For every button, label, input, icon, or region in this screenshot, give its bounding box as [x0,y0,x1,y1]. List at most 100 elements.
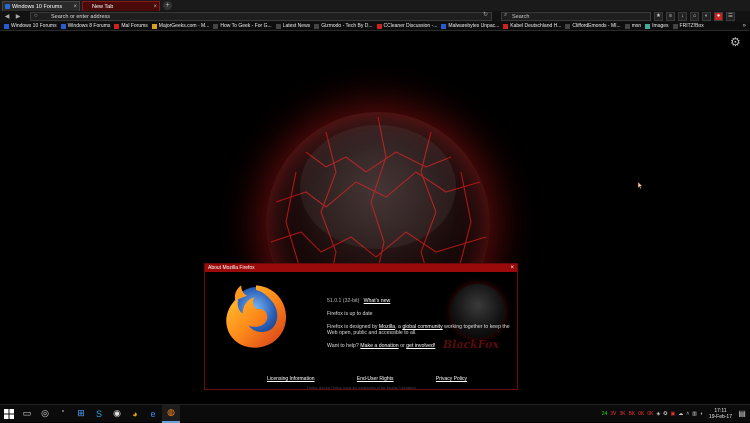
windows-forums-favicon-icon [60,23,66,29]
tray-item[interactable]: 0K [638,411,644,417]
new-tab-button[interactable]: + [163,1,172,10]
volume-icon[interactable]: ◖ [700,411,703,417]
windows-forums-favicon-icon [5,3,10,9]
action-center-icon[interactable]: ▤ [736,409,748,418]
close-icon[interactable]: × [510,264,514,272]
bookmarks-menu-icon[interactable]: ≡ [666,12,675,21]
reload-icon[interactable]: ↻ [483,12,488,19]
site-favicon-icon [151,23,157,29]
cloud-icon[interactable]: ☁ [678,411,683,417]
search-input[interactable] [512,13,642,20]
downloads-icon[interactable]: ↓ [678,12,687,21]
site-favicon-icon [441,23,447,29]
system-tray: 24 3V 3K BK 0K 0K ◈ ✪ ▣ ☁ ˄ ▥ ◖ 17:11 19… [599,405,750,423]
bookmark-item[interactable]: msn [624,23,641,29]
pocket-icon[interactable]: ◐ [702,12,711,21]
site-favicon-icon [213,23,219,29]
chrome-icon[interactable]: ◕ [126,405,144,423]
firefox-taskbar-icon[interactable]: ◍ [162,404,180,423]
bookmark-item[interactable]: Gizmodo - Tech By D... [314,23,373,29]
bookmark-item[interactable]: MajorGeeks.com - M... [151,23,209,29]
bookmark-item[interactable]: CCleaner Discussion -... [376,23,437,29]
firefox-logo-icon [226,285,287,348]
identity-icon[interactable]: ○ [34,13,38,20]
close-tab-icon[interactable]: × [153,2,157,11]
search-bar[interactable]: ⌕ [501,12,651,21]
antivirus-icon[interactable]: ✪ [663,411,667,417]
url-input[interactable] [51,13,461,20]
home-icon[interactable]: ⌂ [690,12,699,21]
privacy-policy-link[interactable]: Privacy Policy [436,376,467,382]
bookmark-item[interactable]: How To Geek - For G... [213,23,272,29]
close-tab-icon[interactable]: × [73,2,77,11]
tray-item[interactable]: 0K [647,411,653,417]
dialog-title: About Mozilla Firefox [208,265,255,271]
bookmark-item[interactable]: Windows 10 Forums [4,23,57,29]
bookmark-star-icon[interactable]: ★ [654,12,663,21]
tray-item[interactable]: 3K [619,411,625,417]
tray-item[interactable]: BK [629,411,636,417]
rss-feed-icon [275,23,281,29]
tray-app-icon[interactable]: ▣ [671,411,676,417]
licensing-information-link[interactable]: Licensing Information [267,376,315,382]
quote-app-icon[interactable]: “ [54,405,72,423]
bookmarks-overflow-icon[interactable]: » [743,23,746,29]
site-favicon-icon [645,23,651,29]
tray-item[interactable]: 24 [602,411,608,417]
site-favicon-icon [114,23,120,29]
mouse-cursor-icon [638,182,643,189]
ccleaner-icon[interactable]: ◉ [108,405,126,423]
site-favicon-icon [314,23,320,29]
task-view-icon[interactable]: ▭ [18,405,36,423]
tab-label: New Tab [92,3,114,10]
get-involved-link[interactable]: get involved! [406,343,435,349]
url-bar[interactable]: ○ ↻ [30,12,492,21]
show-hidden-icons-icon[interactable]: ˄ [686,411,689,417]
dialog-titlebar: About Mozilla Firefox × [205,264,517,272]
start-button[interactable] [0,405,18,423]
skype-icon[interactable]: S [90,405,108,423]
update-status: Firefox is up to date [327,311,373,317]
bookmark-item[interactable]: CliffordEmonds - MI... [565,23,621,29]
site-favicon-icon [672,23,678,29]
trademark-notice: Firefox and the Firefox logos are tradem… [307,386,417,390]
windows-taskbar: ▭ ◎ “ ⊞ S ◉ ◕ e ◍ 24 3V 3K BK 0K 0K ◈ ✪ … [0,404,750,423]
security-shield-icon[interactable]: ◈ [656,411,660,417]
site-favicon-icon [376,23,382,29]
bookmark-item[interactable]: Latest News [275,23,310,29]
bookmark-item[interactable]: Images [645,23,669,29]
site-favicon-icon [565,23,571,29]
tab-new-tab[interactable]: New Tab × [82,0,160,11]
clock[interactable]: 17:11 19-Feb-17 [709,408,732,420]
forward-icon[interactable]: ▶ [14,13,22,21]
network-icon[interactable]: ▥ [692,411,697,417]
tab-label: Windows 10 Forums [12,3,63,10]
whats-new-link[interactable]: What's new [364,298,391,304]
bookmark-item[interactable]: Mal Forums [114,23,148,29]
bookmark-item[interactable]: Malwarebytes Unpac... [441,23,499,29]
windows-logo-icon [4,408,14,419]
dialog-links: Licensing Information End-User Rights Pr… [267,376,467,382]
windows-store-icon[interactable]: ⊞ [72,405,90,423]
tray-item[interactable]: 3V [610,411,616,417]
bookmark-item[interactable]: Windows 8 Forums [60,23,110,29]
tab-windows10forums[interactable]: Windows 10 Forums × [2,0,80,11]
bookmark-item[interactable]: Kabel Deutschland H... [503,23,561,29]
edge-icon[interactable]: e [144,405,162,423]
gear-icon[interactable]: ⚙ [730,36,742,48]
version-number: 51.0.1 (32-bit) [327,298,360,304]
search-icon: ⌕ [504,12,508,18]
new-tab-page: ⚙ About Mozilla Firefox × BlackFox 51.0.… [0,32,750,404]
bookmarks-toolbar: Windows 10 Forums Windows 8 Forums Mal F… [0,22,750,31]
adblock-icon[interactable]: ● [714,12,723,21]
donation-link[interactable]: Make a donation [360,343,398,349]
bookmark-item[interactable]: FRITZ!Box [672,23,704,29]
menu-icon[interactable]: ☰ [726,12,735,21]
end-user-rights-link[interactable]: End-User Rights [357,376,394,382]
cortana-icon[interactable]: ◎ [36,405,54,423]
navigation-toolbar: ◀ ▶ ○ ↻ ⌕ ★ ≡ ↓ ⌂ ◐ ● ☰ [0,11,750,22]
clock-date: 19-Feb-17 [708,413,732,420]
site-favicon-icon [503,23,509,29]
back-icon[interactable]: ◀ [3,13,11,21]
site-favicon-icon [624,23,630,29]
